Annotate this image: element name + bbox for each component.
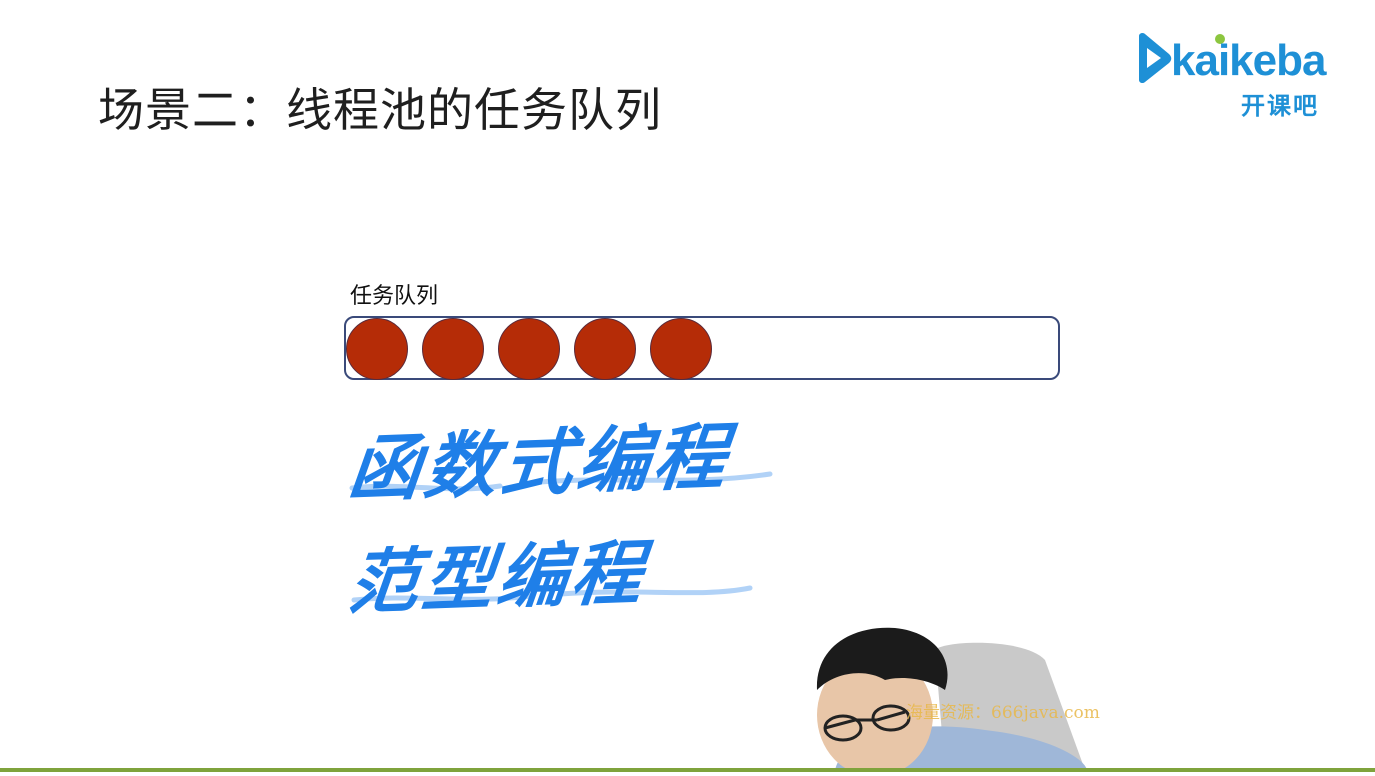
task-queue-item (498, 318, 560, 380)
handwritten-notes: 函数式编程 范型编程 (340, 390, 800, 630)
slide-title: 场景二：线程池的任务队列 (98, 83, 662, 137)
bottom-bar (0, 768, 1375, 772)
task-queue-item (650, 318, 712, 380)
queue-label: 任务队列 (350, 284, 439, 309)
handwriting-strokes (349, 471, 773, 603)
presenter-figure (816, 627, 1087, 776)
logo-subtitle: 开课吧 (1241, 92, 1319, 120)
task-queue-item (346, 318, 408, 380)
logo-wordmark: kaikeba (1171, 36, 1326, 85)
logo-play-icon (1139, 32, 1172, 84)
watermark: 海量资源：666java.com (906, 703, 1100, 723)
task-queue-item (574, 318, 636, 380)
kaikeba-logo: kaikeba 开课吧 (1133, 30, 1348, 120)
task-queue-item (422, 318, 484, 380)
presenter-video (795, 620, 1095, 776)
